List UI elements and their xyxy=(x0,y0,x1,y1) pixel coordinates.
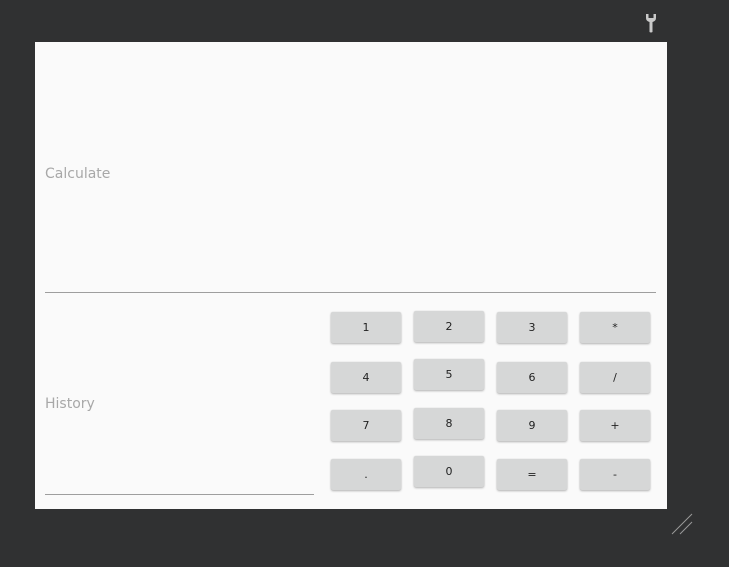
key-9[interactable]: 9 xyxy=(497,410,567,441)
key-5[interactable]: 5 xyxy=(414,359,484,390)
key-dot[interactable]: . xyxy=(331,459,401,490)
key-6[interactable]: 6 xyxy=(497,362,567,393)
history-field[interactable]: History xyxy=(45,312,314,495)
key-plus[interactable]: + xyxy=(580,410,650,441)
key-equals[interactable]: = xyxy=(497,459,567,490)
key-1[interactable]: 1 xyxy=(331,312,401,343)
calculate-input[interactable]: Calculate xyxy=(45,42,656,293)
resize-grip-icon[interactable] xyxy=(670,512,694,536)
key-minus[interactable]: - xyxy=(580,459,650,490)
history-placeholder: History xyxy=(45,396,95,412)
key-0[interactable]: 0 xyxy=(414,456,484,487)
key-multiply[interactable]: * xyxy=(580,312,650,343)
key-3[interactable]: 3 xyxy=(497,312,567,343)
key-8[interactable]: 8 xyxy=(414,408,484,439)
key-7[interactable]: 7 xyxy=(331,410,401,441)
key-2[interactable]: 2 xyxy=(414,311,484,342)
wrench-icon[interactable] xyxy=(644,13,658,33)
key-divide[interactable]: / xyxy=(580,362,650,393)
calculate-placeholder: Calculate xyxy=(45,166,111,182)
key-4[interactable]: 4 xyxy=(331,362,401,393)
calculator-window: Calculate History 1 2 3 * 4 5 6 / 7 8 9 … xyxy=(35,42,667,509)
